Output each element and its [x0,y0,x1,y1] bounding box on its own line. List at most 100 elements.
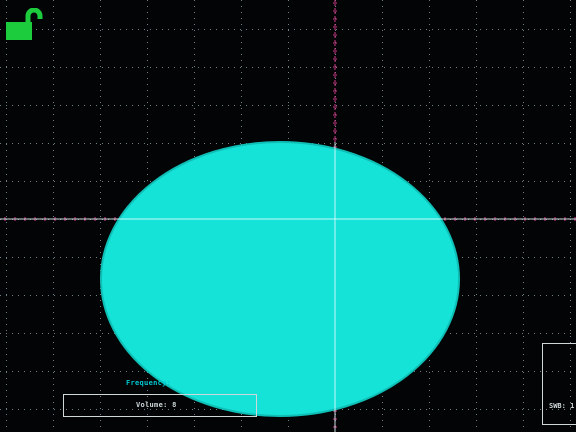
grid-dot [114,181,115,182]
grid-dot [168,67,169,68]
grid-dot [0,181,1,182]
grid-dot [192,143,193,144]
grid-dot [476,36,477,37]
grid-dot [294,29,295,30]
grid-dot [504,295,505,296]
grid-dot [318,67,319,68]
grid-dot [540,371,541,372]
grid-dot [147,174,148,175]
grid-dot [474,67,475,68]
grid-dot [60,67,61,68]
grid-dot [564,181,565,182]
grid-dot [384,29,385,30]
grid-dot [480,181,481,182]
grid-dot [6,252,7,253]
grid-dot [528,333,529,334]
grid-dot [402,105,403,106]
grid-dot [382,30,383,31]
grid-dot [6,144,7,145]
grid-dot [382,36,383,37]
grid-dot [194,42,195,43]
grid-dot [100,42,101,43]
grid-dot [390,29,391,30]
grid-dot [444,409,445,410]
grid-dot [168,105,169,106]
grid-dot [382,126,383,127]
grid-dot [468,409,469,410]
grid-dot [194,24,195,25]
grid-dot [429,30,430,31]
grid-dot [6,366,7,367]
grid-dot [324,67,325,68]
grid-dot [288,29,289,30]
grid-dot [6,108,7,109]
grid-dot [523,336,524,337]
grid-dot [570,54,571,55]
grid-dot [100,378,101,379]
grid-dot [84,105,85,106]
grid-dot [246,29,247,30]
grid-dot [194,426,195,427]
grid-dot [162,105,163,106]
grid-dot [396,29,397,30]
grid-dot [288,42,289,43]
grid-dot [60,257,61,258]
grid-dot [241,138,242,139]
grid-dot [558,67,559,68]
grid-dot [492,409,493,410]
grid-dot [100,180,101,181]
unlocked-padlock-icon[interactable] [6,7,46,42]
grid-dot [108,105,109,106]
grid-dot [382,150,383,151]
grid-dot [234,105,235,106]
grid-dot [558,29,559,30]
grid-dot [570,324,571,325]
grid-dot [72,181,73,182]
grid-dot [429,18,430,19]
grid-dot [420,105,421,106]
grid-dot [192,29,193,30]
grid-dot [354,105,355,106]
grid-dot [288,120,289,121]
grid-dot [198,143,199,144]
grid-dot [546,67,547,68]
grid-dot [523,138,524,139]
grid-dot [100,294,101,295]
grid-dot [335,78,336,79]
grid-dot [570,24,571,25]
grid-dot [194,96,195,97]
grid-dot [150,67,151,68]
grid-dot [6,408,7,409]
grid-dot [523,210,524,211]
grid-dot [570,240,571,241]
grid-dot [342,105,343,106]
grid-dot [492,333,493,334]
grid-dot [194,30,195,31]
grid-dot [48,409,49,410]
grid-dot [429,162,430,163]
grid-dot [552,257,553,258]
grid-dot [476,84,477,85]
grid-dot [42,333,43,334]
side-panel[interactable]: SWB: 1 [542,343,576,425]
grid-dot [476,102,477,103]
grid-dot [564,295,565,296]
grid-dot [241,132,242,133]
grid-dot [198,29,199,30]
grid-dot [498,105,499,106]
grid-dot [429,360,430,361]
grid-dot [18,143,19,144]
grid-dot [54,181,55,182]
grid-dot [414,105,415,106]
grid-dot [476,402,477,403]
volume-control[interactable]: Volume: 8 [63,394,257,417]
grid-dot [476,300,477,301]
grid-dot [54,143,55,144]
grid-dot [30,371,31,372]
grid-dot [84,257,85,258]
grid-dot [36,333,37,334]
grid-dot [198,105,199,106]
grid-dot [108,181,109,182]
grid-dot [6,240,7,241]
grid-dot [486,67,487,68]
